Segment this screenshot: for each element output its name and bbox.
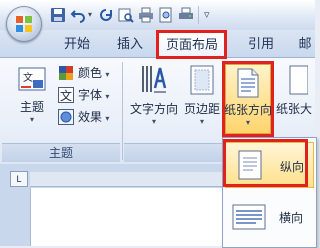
orientation-label: 纸张方向: [224, 103, 273, 117]
margins-dropdown-icon: ▾: [199, 117, 204, 126]
tab-page-layout[interactable]: 页面布局: [157, 32, 227, 57]
tab-references[interactable]: 引用: [244, 32, 278, 56]
fonts-dropdown-icon: ▾: [105, 92, 110, 101]
themes-label: 主题: [19, 100, 44, 114]
svg-text:文: 文: [60, 88, 72, 103]
effects-dropdown-icon: ▾: [105, 114, 110, 123]
redo-icon[interactable]: [98, 7, 114, 23]
orientation-menu: 纵向 横向: [222, 137, 317, 248]
effects-label: 效果: [78, 110, 103, 124]
theme-colors-button[interactable]: 颜色 ▾: [58, 63, 118, 83]
landscape-icon: [232, 204, 266, 230]
office-logo-icon: [16, 16, 32, 32]
quick-print-icon[interactable]: [178, 7, 194, 23]
theme-fonts-button[interactable]: 文 字体 ▾: [58, 85, 118, 105]
effects-icon: [58, 109, 74, 125]
office-button[interactable]: [6, 6, 42, 42]
landscape-label: 横向: [279, 211, 304, 225]
tab-selector[interactable]: L: [10, 171, 28, 187]
margins-icon: [190, 65, 214, 95]
text-direction-button[interactable]: 文字方向 ▾: [128, 64, 180, 134]
menu-item-portrait[interactable]: 纵向: [225, 142, 314, 188]
undo-dropdown-icon[interactable]: ▾: [88, 10, 92, 19]
portrait-label: 纵向: [280, 160, 305, 174]
themes-button[interactable]: 文 主题 ▾: [12, 66, 52, 136]
tab-insert[interactable]: 插入: [113, 32, 147, 56]
themes-dropdown-icon: ▾: [29, 115, 34, 124]
menu-item-landscape[interactable]: 横向: [225, 194, 314, 240]
fonts-label: 字体: [78, 88, 103, 102]
tab-mailings[interactable]: 邮: [295, 32, 315, 56]
themes-group-label: 主题: [2, 143, 120, 162]
print-icon[interactable]: [138, 7, 154, 23]
tab-home[interactable]: 开始: [60, 32, 94, 56]
colors-label: 颜色: [78, 66, 103, 80]
orientation-button[interactable]: 纸张方向 ▾: [224, 64, 273, 134]
fonts-icon: 文: [58, 87, 74, 103]
orientation-icon: [237, 68, 259, 98]
margins-button[interactable]: 页边距 ▾: [182, 64, 222, 134]
portrait-icon: [238, 150, 262, 180]
orientation-dropdown-icon: ▾: [245, 118, 250, 127]
colors-icon: [59, 66, 73, 80]
text-direction-icon: [142, 66, 167, 93]
text-direction-label: 文字方向: [129, 102, 178, 116]
margins-label: 页边距: [183, 102, 220, 116]
theme-effects-button[interactable]: 效果 ▾: [58, 107, 118, 127]
svg-text:文: 文: [23, 71, 33, 84]
customize-dropdown-icon[interactable]: ▿: [204, 8, 210, 21]
zoom-print-icon[interactable]: [158, 7, 174, 23]
text-direction-dropdown-icon: ▾: [151, 117, 156, 126]
size-label: 纸张大: [276, 102, 313, 116]
ribbon-tabs: 开始 插入 页面布局 引用 邮: [0, 30, 315, 57]
save-icon[interactable]: [50, 7, 66, 23]
themes-icon: 文: [18, 67, 46, 91]
toolbar-separator: [198, 6, 199, 24]
page-size-icon: [289, 65, 308, 95]
size-button[interactable]: 纸张大: [276, 64, 315, 134]
undo-icon[interactable]: [70, 7, 86, 23]
quick-access-toolbar: ▾ ▿: [0, 0, 315, 30]
group-separator: [122, 62, 123, 160]
print-preview-icon[interactable]: [118, 7, 134, 23]
colors-dropdown-icon: ▾: [105, 70, 110, 79]
